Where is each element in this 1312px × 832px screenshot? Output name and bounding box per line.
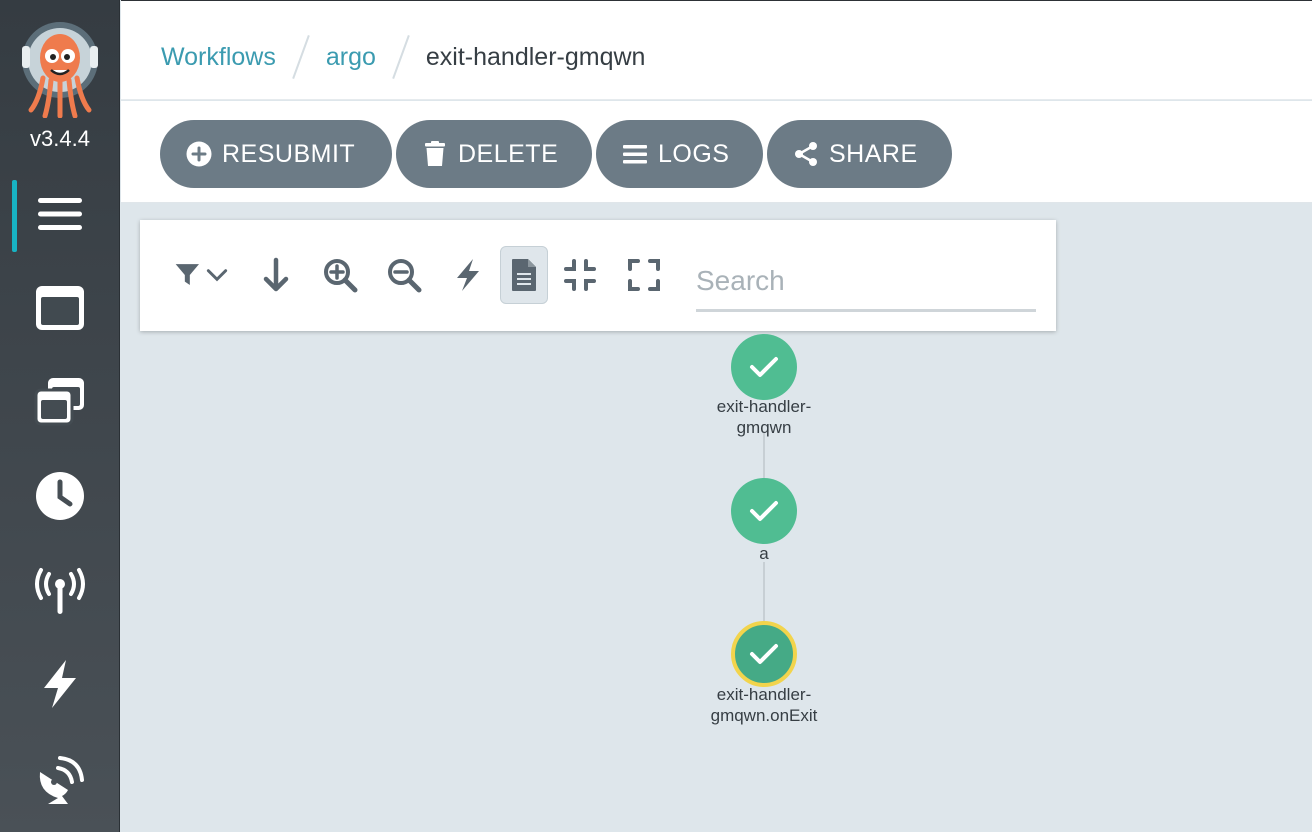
trash-icon — [425, 141, 445, 166]
check-icon — [750, 357, 778, 377]
version-label: v3.4.4 — [30, 126, 90, 151]
graph-node-root[interactable] — [731, 334, 797, 400]
satellite-dish-icon — [39, 756, 84, 804]
compress-icon — [564, 259, 596, 291]
document-icon — [512, 259, 536, 291]
graph-toolbar — [140, 220, 1056, 331]
graph-node-a[interactable] — [731, 478, 797, 544]
argo-logo[interactable] — [21, 20, 99, 119]
breadcrumb-separator — [292, 35, 310, 79]
filter-dropdown[interactable] — [170, 246, 234, 304]
clock-icon — [36, 472, 84, 520]
graph-node-label: exit-handler- gmqwn.onExit — [710, 685, 818, 725]
expand-button[interactable] — [620, 246, 668, 304]
nav-workflow-templates[interactable] — [0, 270, 120, 346]
filter-icon — [175, 264, 199, 285]
collapse-button[interactable] — [556, 246, 604, 304]
resubmit-button[interactable]: RESUBMIT — [160, 120, 392, 188]
page-header: Workflows argo exit-handler-gmqwn — [121, 0, 1312, 100]
breadcrumb-separator — [392, 35, 410, 79]
nav-workflows[interactable] — [0, 176, 120, 252]
graph-edge — [763, 433, 765, 479]
delete-label: DELETE — [458, 139, 559, 168]
antenna-icon — [35, 568, 85, 614]
breadcrumb-current: exit-handler-gmqwn — [425, 42, 646, 71]
breadcrumb-workflows[interactable]: Workflows — [161, 43, 276, 72]
action-toolbar: RESUBMIT DELETE LOGS SHARE — [121, 101, 1312, 203]
zoom-out-button[interactable] — [380, 246, 428, 304]
share-label: SHARE — [829, 139, 918, 168]
share-button[interactable]: SHARE — [767, 120, 952, 188]
menu-icon — [38, 198, 82, 230]
lightning-icon — [457, 259, 479, 291]
zoom-in-button[interactable] — [316, 246, 364, 304]
graph-node-label: a — [759, 544, 769, 563]
share-icon — [795, 142, 817, 166]
sidebar: v3.4.4 — [0, 0, 120, 832]
resubmit-label: RESUBMIT — [222, 139, 356, 168]
breadcrumb-namespace[interactable]: argo — [326, 43, 376, 72]
graph-node-label: exit-handler- gmqwn — [716, 397, 812, 437]
graph-search-input[interactable] — [696, 252, 1036, 312]
logs-button[interactable]: LOGS — [596, 120, 763, 188]
nav-cron-workflows[interactable] — [0, 458, 120, 534]
breadcrumb: Workflows argo exit-handler-gmqwn — [161, 34, 645, 80]
plus-circle-icon — [186, 141, 212, 167]
window-icon — [36, 286, 84, 330]
logs-label: LOGS — [658, 139, 730, 168]
delete-button[interactable]: DELETE — [396, 120, 592, 188]
fast-render-button[interactable] — [444, 246, 492, 304]
graph-edge — [763, 562, 765, 622]
nav-sensors[interactable] — [0, 646, 120, 722]
check-icon — [750, 501, 778, 521]
zoom-in-icon — [324, 259, 358, 293]
app: v3.4.4 Workflows argo exit-handler-gmqwn… — [0, 0, 1312, 832]
list-icon — [623, 145, 647, 164]
lightning-icon — [44, 660, 76, 708]
arrow-down-icon — [263, 257, 289, 292]
graph-node-onexit[interactable] — [731, 621, 797, 687]
expand-icon — [628, 259, 660, 291]
artifacts-toggle-button[interactable] — [500, 246, 548, 304]
stacked-windows-icon — [34, 378, 84, 426]
zoom-out-icon — [388, 259, 422, 293]
chevron-down-icon — [206, 269, 228, 282]
layout-direction-button[interactable] — [252, 246, 300, 304]
nav-event-flow[interactable] — [0, 740, 120, 816]
nav-event-sources[interactable] — [0, 552, 120, 628]
nav-cluster-workflow-templates[interactable] — [0, 364, 120, 440]
check-icon — [750, 644, 778, 664]
